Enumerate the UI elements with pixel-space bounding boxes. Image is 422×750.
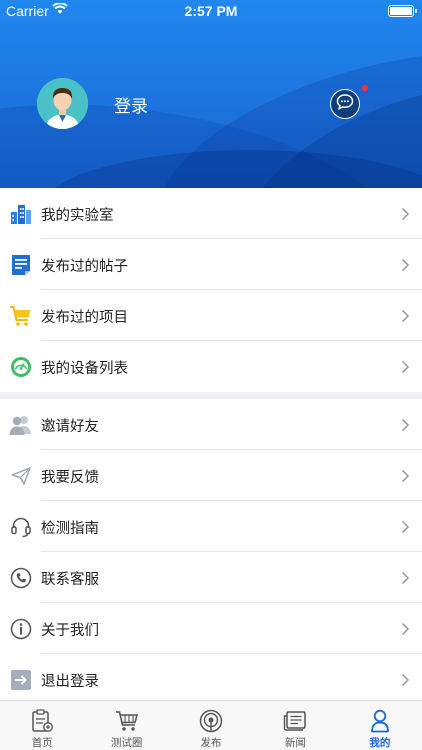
login-link[interactable]: 登录 [114, 92, 148, 117]
menu-group-main: 我的实验室 发布过的帖子 发布过的项目 我的设备列表 [0, 188, 422, 392]
tab-test-circle[interactable]: 测试圈 [84, 701, 168, 750]
menu-label: 发布过的帖子 [41, 259, 128, 275]
menu-item-my-lab[interactable]: 我的实验室 [0, 188, 422, 239]
device-gauge-icon [9, 355, 32, 378]
tab-label: 测试圈 [110, 737, 143, 749]
news-icon [282, 708, 308, 733]
menu-label: 关于我们 [41, 623, 99, 639]
menu-item-feedback[interactable]: 我要反馈 [0, 450, 422, 501]
chevron-right-icon [401, 206, 410, 221]
chevron-right-icon [401, 468, 410, 483]
menu-item-invite-friends[interactable]: 邀请好友 [0, 399, 422, 450]
tab-label: 新闻 [284, 737, 306, 749]
menu-label: 联系客服 [41, 572, 99, 588]
home-clipboard-icon [29, 708, 55, 733]
menu-item-testing-guide[interactable]: 检测指南 [0, 501, 422, 552]
tab-publish[interactable]: 发布 [169, 701, 253, 750]
menu-item-my-projects[interactable]: 发布过的项目 [0, 290, 422, 341]
phone-icon [9, 566, 32, 589]
chevron-right-icon [401, 621, 410, 636]
tab-home[interactable]: 首页 [0, 701, 84, 750]
menu-item-my-posts[interactable]: 发布过的帖子 [0, 239, 422, 290]
menu-item-logout[interactable]: 退出登录 [0, 654, 422, 705]
chat-bubble-icon [336, 94, 354, 114]
menu-label: 邀请好友 [41, 419, 99, 435]
tab-label: 发布 [200, 737, 222, 749]
info-icon [9, 617, 32, 640]
chevron-right-icon [401, 308, 410, 323]
menu-item-my-devices[interactable]: 我的设备列表 [0, 341, 422, 392]
profile-person-icon [367, 708, 393, 733]
profile-header: Carrier 2:57 PM 登录 [0, 0, 422, 188]
menu-label: 退出登录 [41, 674, 99, 690]
chevron-right-icon [401, 417, 410, 432]
test-circle-cart-icon [114, 708, 140, 733]
chevron-right-icon [401, 672, 410, 687]
chevron-right-icon [401, 570, 410, 585]
unread-badge [362, 85, 368, 91]
menu-item-contact-support[interactable]: 联系客服 [0, 552, 422, 603]
status-bar: Carrier 2:57 PM [0, 0, 422, 22]
tab-bar: 首页 测试圈 发布 新闻 我的 [0, 700, 422, 750]
menu-group-more: 邀请好友 我要反馈 检测指南 联系客服 关于我们 退出登录 [0, 399, 422, 705]
lab-building-icon [9, 202, 32, 225]
chevron-right-icon [401, 519, 410, 534]
publish-broadcast-icon [198, 708, 224, 733]
posts-document-icon [9, 253, 32, 276]
menu-label: 检测指南 [41, 521, 99, 537]
menu-label: 发布过的项目 [41, 310, 128, 326]
avatar[interactable] [37, 78, 88, 129]
menu-label: 我的实验室 [41, 208, 114, 224]
invite-friends-icon [9, 413, 32, 436]
chevron-right-icon [401, 257, 410, 272]
shopping-cart-icon [9, 304, 32, 327]
message-button[interactable] [330, 89, 360, 119]
menu-item-about-us[interactable]: 关于我们 [0, 603, 422, 654]
chevron-right-icon [401, 359, 410, 374]
menu-label: 我要反馈 [41, 470, 99, 486]
tab-news[interactable]: 新闻 [253, 701, 337, 750]
status-time: 2:57 PM [184, 3, 238, 19]
battery-icon [388, 5, 417, 17]
logout-arrow-icon [9, 668, 32, 691]
feedback-paper-plane-icon [9, 464, 32, 487]
menu-label: 我的设备列表 [41, 361, 128, 377]
tab-label: 首页 [31, 737, 53, 749]
tab-label: 我的 [369, 737, 391, 749]
tab-mine[interactable]: 我的 [338, 701, 422, 750]
headset-icon [9, 515, 32, 538]
